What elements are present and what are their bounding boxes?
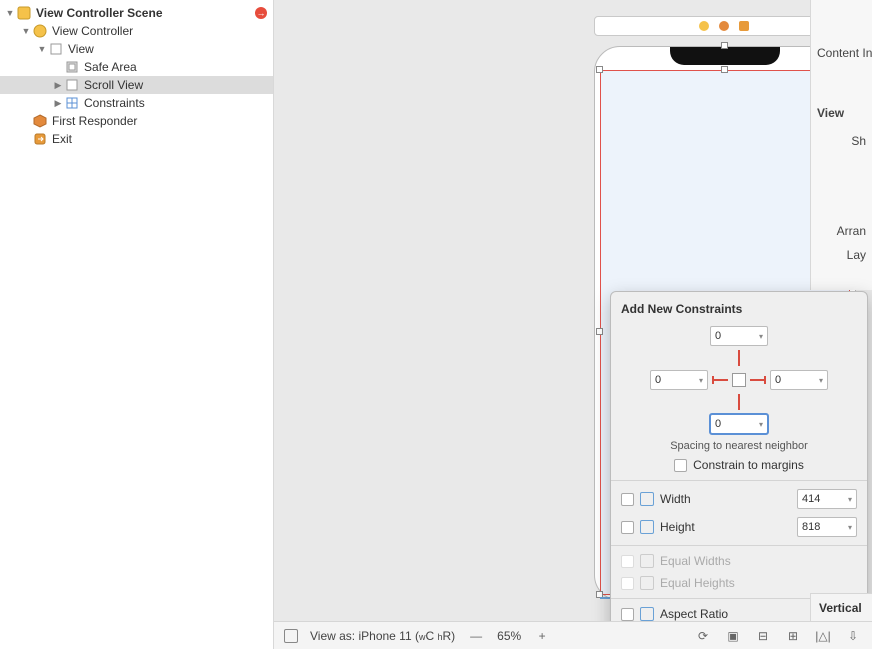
pin-strut-icon[interactable]: [738, 394, 740, 410]
resize-handle[interactable]: [721, 66, 728, 73]
zoom-in-button[interactable]: +: [533, 629, 551, 643]
device-notch: [670, 47, 780, 65]
outline-item[interactable]: First Responder: [0, 112, 273, 130]
embed-icon[interactable]: ▣: [724, 629, 742, 643]
align-icon[interactable]: ⊟: [754, 629, 772, 643]
left-spacing-field[interactable]: 0▾: [650, 370, 708, 390]
item-label: View Controller: [52, 24, 267, 38]
item-label: First Responder: [52, 114, 267, 128]
popover-title: Add New Constraints: [621, 302, 857, 316]
item-label: Exit: [52, 132, 267, 146]
right-spacing-field[interactable]: 0▾: [770, 370, 828, 390]
pin-strut-icon[interactable]: [738, 350, 740, 366]
margins-label: Constrain to margins: [693, 458, 804, 472]
embed-in-icon[interactable]: ⇩: [844, 629, 862, 643]
outline-item[interactable]: ▶ Scroll View: [0, 76, 273, 94]
aspect-label: Aspect Ratio: [660, 607, 728, 621]
zoom-out-button[interactable]: —: [467, 629, 485, 643]
height-checkbox[interactable]: [621, 521, 634, 534]
width-icon: [640, 492, 654, 506]
margins-checkbox[interactable]: [674, 459, 687, 472]
width-label: Width: [660, 492, 691, 506]
error-badge-icon[interactable]: →: [255, 7, 267, 19]
outline-item[interactable]: ▶ Constraints: [0, 94, 273, 112]
scene-label: View Controller Scene: [36, 6, 255, 20]
height-icon: [640, 520, 654, 534]
pin-strut-icon[interactable]: [712, 379, 728, 381]
item-icon: [32, 113, 48, 129]
storyboard-icon: [16, 5, 32, 21]
outline-item[interactable]: Exit: [0, 130, 273, 148]
height-label: Height: [660, 520, 695, 534]
document-outline[interactable]: ▼ View Controller Scene → ▼ View Controll…: [0, 0, 274, 649]
resize-handle[interactable]: [721, 42, 728, 49]
equal-heights-icon: [640, 576, 654, 590]
width-field[interactable]: 414▾: [797, 489, 857, 509]
item-icon: [48, 41, 64, 57]
zoom-label[interactable]: 65%: [497, 629, 521, 643]
aspect-checkbox[interactable]: [621, 608, 634, 621]
disclosure-icon[interactable]: ▶: [52, 98, 64, 109]
view-as-label[interactable]: View as: iPhone 11 (wC hR): [310, 629, 455, 643]
item-label: Constraints: [84, 96, 267, 110]
aspect-icon: [640, 607, 654, 621]
top-spacing-field[interactable]: 0▾: [710, 326, 768, 346]
equal-widths-label: Equal Widths: [660, 554, 731, 568]
disclosure-icon[interactable]: ▼: [36, 44, 48, 54]
add-constraints-popover[interactable]: Add New Constraints 0▾ 0▾ 0▾ 0▾ Spacing …: [610, 291, 868, 621]
resize-handle[interactable]: [596, 328, 603, 335]
inspector-footer: Vertical: [810, 593, 872, 621]
update-frames-icon[interactable]: ⟳: [694, 629, 712, 643]
item-icon: [64, 59, 80, 75]
item-label: View: [68, 42, 267, 56]
height-field[interactable]: 818▾: [797, 517, 857, 537]
outline-item[interactable]: Safe Area: [0, 58, 273, 76]
resolve-icon[interactable]: |△|: [814, 629, 832, 643]
equal-widths-checkbox: [621, 555, 634, 568]
item-icon: [64, 77, 80, 93]
inspector-label: Sh: [817, 134, 866, 148]
toggle-outline-icon[interactable]: [284, 629, 298, 643]
equal-widths-icon: [640, 554, 654, 568]
pin-center-icon: [732, 373, 746, 387]
inspector-section: View: [817, 106, 866, 120]
popover-note: Spacing to nearest neighbor: [621, 440, 857, 452]
equal-heights-checkbox: [621, 577, 634, 590]
bottom-spacing-field[interactable]: 0▾: [710, 414, 768, 434]
width-checkbox[interactable]: [621, 493, 634, 506]
resize-handle[interactable]: [596, 66, 603, 73]
canvas-toolbar[interactable]: View as: iPhone 11 (wC hR) — 65% + ⟳ ▣ ⊟…: [274, 621, 872, 649]
canvas-area[interactable]: UIScrollView Content Ins View Sh Arran L…: [274, 0, 872, 649]
inspector-label: Lay: [817, 248, 866, 262]
disclosure-icon[interactable]: ▼: [4, 8, 16, 18]
disclosure-icon[interactable]: ▶: [52, 80, 64, 91]
dropdown-icon[interactable]: ▾: [819, 376, 823, 385]
pin-strut-icon[interactable]: [750, 379, 766, 381]
equal-heights-label: Equal Heights: [660, 576, 735, 590]
inspector-label: Arran: [817, 224, 866, 238]
item-icon: [32, 131, 48, 147]
dropdown-icon[interactable]: ▾: [848, 523, 852, 532]
item-label: Safe Area: [84, 60, 267, 74]
vc-icon[interactable]: [699, 21, 709, 31]
inspector-panel[interactable]: Content Ins View Sh Arran Lay: [810, 0, 872, 290]
item-icon: [64, 95, 80, 111]
pin-icon[interactable]: ⊞: [784, 629, 802, 643]
inspector-label: Content Ins: [817, 46, 866, 60]
dropdown-icon[interactable]: ▾: [699, 376, 703, 385]
item-label: Scroll View: [84, 78, 267, 92]
first-responder-icon[interactable]: [719, 21, 729, 31]
dropdown-icon[interactable]: ▾: [759, 420, 763, 429]
dropdown-icon[interactable]: ▾: [759, 332, 763, 341]
disclosure-icon[interactable]: ▼: [20, 26, 32, 36]
item-icon: [32, 23, 48, 39]
dropdown-icon[interactable]: ▾: [848, 495, 852, 504]
outline-item[interactable]: ▼ View Controller: [0, 22, 273, 40]
scene-header[interactable]: ▼ View Controller Scene →: [0, 4, 273, 22]
exit-icon[interactable]: [739, 21, 749, 31]
outline-item[interactable]: ▼ View: [0, 40, 273, 58]
